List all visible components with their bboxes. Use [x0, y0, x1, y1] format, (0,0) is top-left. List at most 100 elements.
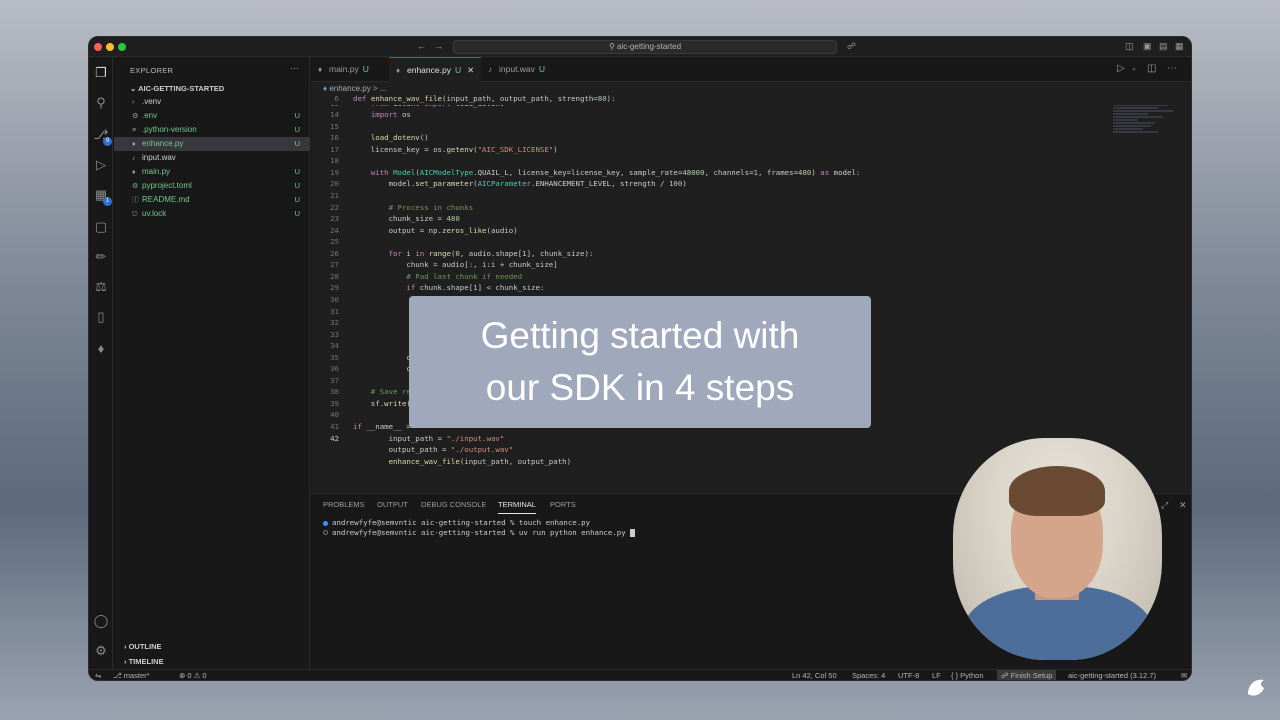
line-number: 16 [330, 133, 339, 143]
file-row-enhance-py[interactable]: ♦ enhance.py U [114, 137, 310, 151]
source-control-icon[interactable]: ⎇ 9 [93, 127, 112, 146]
success-dot-icon [323, 520, 328, 526]
code-line-text: import os [370, 110, 411, 120]
line-number: 18 [330, 156, 339, 166]
back-arrow-icon[interactable]: ← [417, 41, 426, 52]
source-control-badge: 9 [103, 137, 112, 146]
zoom-window-button[interactable] [118, 43, 126, 51]
toggle-panel-icon[interactable]: ▣ [1143, 41, 1152, 52]
line-number: 20 [330, 179, 339, 189]
finish-setup-label: Finish Setup [1010, 671, 1053, 680]
timeline-label: TIMELINE [128, 657, 164, 666]
forward-arrow-icon[interactable]: → [434, 41, 443, 52]
explorer-sidebar: EXPLORER ⋯ ⌄ AIC-GETTING-STARTED › .venv … [114, 57, 310, 680]
terminal-output[interactable]: andrewfyfe@semvntic aic-getting-started … [323, 518, 636, 537]
run-dropdown-icon[interactable]: ⌄ [1131, 63, 1137, 75]
git-branch[interactable]: ⎇ master* [113, 670, 150, 680]
remote-explorer-icon[interactable]: ▢ [93, 219, 109, 235]
tab-status: U [362, 64, 369, 74]
code-line-text: # Pad last chunk if needed [353, 271, 523, 281]
line-number: 29 [330, 283, 339, 293]
extensions-icon[interactable]: ▦ 1 [93, 187, 112, 206]
toggle-secondary-sidebar-icon[interactable]: ▤ [1159, 41, 1168, 52]
line-number: 42 [330, 433, 339, 443]
file-row-pyproject[interactable]: ⚙ pyproject.toml U [114, 179, 310, 193]
problems-indicator[interactable]: ⊗ 0 ⚠ 0 [179, 670, 207, 680]
file-name: uv.lock [142, 209, 167, 218]
tab-debug-console[interactable]: DEBUG CONSOLE [421, 500, 486, 514]
maximize-panel-icon[interactable]: ⤢ [1161, 500, 1168, 514]
file-name: README.md [142, 195, 190, 204]
code-line-text: def enhance_wav_file(input_path, output_… [353, 94, 616, 103]
file-row-venv[interactable]: › .venv [114, 95, 310, 109]
toggle-sidebar-icon[interactable]: ◫ [1125, 41, 1134, 52]
layout-icon[interactable]: ▦ [1175, 41, 1184, 52]
breadcrumb[interactable]: ♦ enhance.py > ... [323, 84, 386, 93]
file-row-main-py[interactable]: ♦ main.py U [114, 165, 310, 179]
timeline-section[interactable]: › TIMELINE [124, 657, 164, 666]
line-number: 17 [330, 144, 339, 154]
finish-setup-button[interactable]: ☍ Finish Setup [997, 670, 1057, 680]
line-number: 23 [330, 214, 339, 224]
explorer-icon[interactable]: ❐ [93, 65, 109, 81]
code-line-text: load_dotenv() [370, 133, 429, 143]
search-icon[interactable]: ⚲ [93, 95, 109, 111]
close-tab-icon[interactable]: ✕ [467, 65, 474, 75]
file-row-uv-lock[interactable]: ⎋ uv.lock U [114, 207, 310, 221]
terminal-cursor [630, 528, 636, 537]
code-line-text: output_path = "./output.wav" [353, 445, 514, 455]
project-name: AIC-GETTING-STARTED [138, 84, 225, 93]
indentation[interactable]: Spaces: 4 [852, 670, 885, 680]
close-panel-icon[interactable]: ✕ [1179, 500, 1187, 514]
tab-enhance-py[interactable]: ♦ enhance.py U ✕ [389, 57, 481, 82]
file-row-env[interactable]: ⚙ .env U [114, 109, 310, 123]
line-number: 6 [334, 94, 339, 103]
more-actions-icon[interactable]: ⋯ [290, 63, 299, 74]
settings-gear-icon[interactable]: ⚙ [93, 643, 109, 659]
close-window-button[interactable] [94, 43, 102, 51]
run-debug-icon[interactable]: ▷ [93, 157, 109, 173]
command-center-search[interactable]: ⚲ aic-getting-started [453, 40, 837, 54]
account-icon[interactable]: ◯ [93, 613, 109, 629]
encoding[interactable]: UTF-8 [898, 670, 919, 680]
notifications-bell-icon[interactable]: ✉ [1181, 670, 1187, 680]
minimize-window-button[interactable] [106, 43, 114, 51]
tab-problems[interactable]: PROBLEMS [323, 500, 365, 514]
language-mode[interactable]: { } Python [951, 670, 984, 680]
tab-ports[interactable]: PORTS [550, 500, 576, 514]
file-row-readme[interactable]: ⓘ README.md U [114, 193, 310, 207]
end-of-line[interactable]: LF [932, 670, 941, 680]
file-name: .env [142, 111, 158, 120]
tab-output[interactable]: OUTPUT [377, 500, 408, 514]
python-icon[interactable]: ♦ [93, 341, 109, 357]
file-row-input-wav[interactable]: ♪ input.wav [114, 151, 310, 165]
outline-section[interactable]: › OUTLINE [124, 642, 162, 651]
sticky-scroll-line[interactable]: 6 def enhance_wav_file(input_path, output… [311, 94, 1191, 105]
line-number: 33 [330, 329, 339, 339]
line-number: 41 [330, 422, 339, 432]
containers-icon[interactable]: ▯ [93, 309, 109, 325]
file-row-python-version[interactable]: ≡ .python-version U [114, 123, 310, 137]
chat-icon[interactable]: ✏ [93, 249, 109, 265]
cursor-position[interactable]: Ln 42, Col 50 [792, 670, 837, 680]
status-bar: ⇋ ⎇ master* ⊗ 0 ⚠ 0 Ln 42, Col 50 Spaces… [89, 669, 1191, 680]
code-line-text: sf.write( [353, 398, 411, 408]
python-icon: ♦ [132, 169, 136, 176]
file-name: .python-version [142, 125, 197, 134]
remote-icon[interactable]: ⇋ [95, 670, 101, 680]
python-icon: ♦ [323, 84, 328, 93]
line-number: 19 [330, 167, 339, 177]
project-folder-header[interactable]: ⌄ AIC-GETTING-STARTED [130, 84, 224, 93]
testing-icon[interactable]: ⚖ [93, 279, 109, 295]
run-file-icon[interactable]: ▷ [1117, 63, 1125, 75]
tab-terminal[interactable]: TERMINAL [498, 500, 536, 514]
line-number: 27 [330, 260, 339, 270]
minimap[interactable] [1113, 97, 1183, 157]
tab-input-wav[interactable]: ♪ input.wav U [481, 57, 565, 82]
code-line-text: chunk_size = 480 [353, 214, 460, 224]
split-editor-icon[interactable]: ◫ [1147, 63, 1156, 75]
python-interpreter[interactable]: aic-getting-started (3.12.7) [1068, 670, 1156, 680]
copilot-icon[interactable]: ☍ [847, 41, 856, 52]
tab-main-py[interactable]: ♦ main.py U [311, 57, 389, 82]
more-actions-icon[interactable]: ⋯ [1167, 63, 1177, 75]
